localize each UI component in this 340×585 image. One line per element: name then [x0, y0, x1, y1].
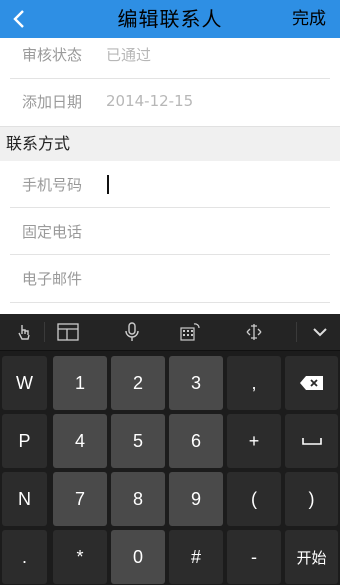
key-period[interactable]: . [2, 530, 47, 584]
text-cursor [107, 175, 109, 194]
toolbar-separator [44, 322, 45, 342]
key-1[interactable]: 1 [53, 356, 107, 410]
cursor-move-icon[interactable] [234, 314, 274, 350]
mic-icon[interactable] [112, 314, 152, 350]
key-close-paren[interactable]: ) [285, 472, 338, 526]
review-status-label: 审核状态 [22, 45, 83, 64]
mobile-label: 手机号码 [22, 175, 83, 194]
backspace-icon [299, 376, 323, 390]
landline-field[interactable]: 固定电话 [0, 209, 340, 253]
added-date-row: 添加日期 2014-12-15 [0, 79, 340, 123]
space-icon [301, 438, 322, 445]
review-status-value: 已通过 [106, 45, 152, 64]
key-minus[interactable]: - [227, 530, 281, 584]
touch-icon[interactable] [4, 314, 44, 350]
start-button[interactable]: 开始 [285, 530, 338, 584]
key-5[interactable]: 5 [111, 414, 165, 468]
key-comma[interactable]: , [227, 356, 281, 410]
backspace-button[interactable] [285, 356, 338, 410]
layout-icon[interactable] [48, 314, 88, 350]
divider [10, 254, 330, 255]
contact-section-title: 联系方式 [6, 134, 71, 153]
divider [10, 302, 330, 303]
key-4[interactable]: 4 [53, 414, 107, 468]
key-6[interactable]: 6 [169, 414, 223, 468]
landline-label: 固定电话 [22, 222, 83, 241]
keypad-icon[interactable] [170, 314, 210, 350]
key-w[interactable]: W [2, 356, 47, 410]
space-button[interactable] [285, 414, 338, 468]
key-star[interactable]: * [53, 530, 107, 584]
key-p[interactable]: P [2, 414, 47, 468]
mobile-field[interactable]: 手机号码 [0, 162, 340, 206]
key-3[interactable]: 3 [169, 356, 223, 410]
key-7[interactable]: 7 [53, 472, 107, 526]
collapse-icon[interactable] [300, 314, 340, 350]
key-hash[interactable]: # [169, 530, 223, 584]
key-open-paren[interactable]: ( [227, 472, 281, 526]
review-status-row: 审核状态 已通过 [0, 32, 340, 76]
email-label: 电子邮件 [22, 269, 83, 288]
email-field[interactable]: 电子邮件 [0, 256, 340, 300]
divider [10, 207, 330, 208]
key-9[interactable]: 9 [169, 472, 223, 526]
key-plus[interactable]: + [227, 414, 281, 468]
key-2[interactable]: 2 [111, 356, 165, 410]
toolbar-separator [296, 322, 297, 342]
key-n[interactable]: N [2, 472, 47, 526]
added-date-value: 2014-12-15 [106, 92, 194, 110]
key-8[interactable]: 8 [111, 472, 165, 526]
added-date-label: 添加日期 [22, 92, 83, 111]
key-0[interactable]: 0 [111, 530, 165, 584]
